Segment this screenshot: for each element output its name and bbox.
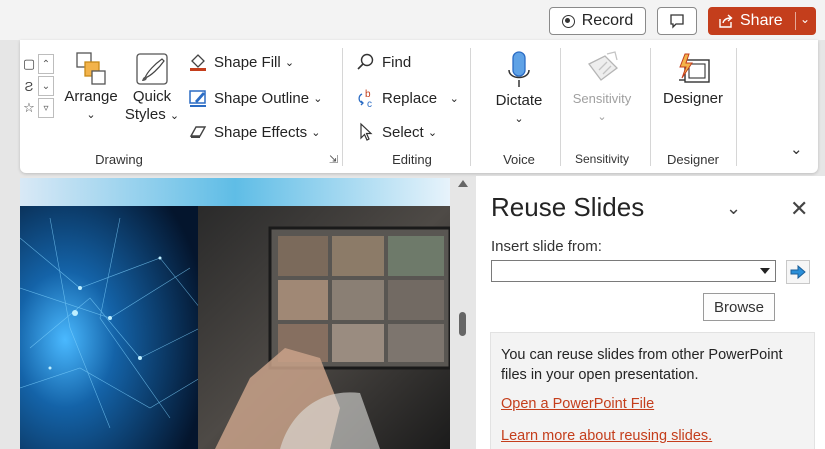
designer-icon: [679, 53, 710, 83]
shape-outline-label: Shape Outline: [214, 89, 310, 107]
dictate-label: Dictate: [495, 92, 543, 109]
close-icon[interactable]: ✕: [790, 196, 808, 222]
sensitivity-label: Sensitivity: [572, 91, 632, 106]
quick-styles-icon: [136, 53, 168, 85]
pen-outline-icon: [189, 90, 206, 107]
chevron-down-icon: ⌄: [169, 110, 180, 122]
ribbon-collapse-icon[interactable]: ⌄: [790, 140, 803, 158]
record-icon: [561, 14, 575, 28]
dictate-button[interactable]: Dictate ⌄: [490, 48, 548, 126]
find-button[interactable]: Find: [356, 52, 411, 72]
comments-button[interactable]: [657, 7, 697, 35]
shape-outline-button[interactable]: Shape Outline ⌄: [188, 88, 322, 108]
comment-icon: [670, 14, 684, 29]
find-label: Find: [382, 53, 412, 71]
dropdown-arrow-icon[interactable]: [760, 268, 770, 274]
gallery-down-icon[interactable]: ⌄: [38, 76, 54, 96]
title-bar: Record Share ⌄: [0, 0, 825, 40]
share-icon: [719, 14, 733, 28]
group-separator: [650, 48, 651, 166]
arrange-button[interactable]: Arrange ⌄: [62, 50, 120, 122]
sensitivity-group-label: Sensitivity: [574, 152, 630, 166]
svg-text:c: c: [367, 99, 372, 108]
shape-fill-label: Shape Fill: [214, 53, 281, 71]
pane-title: Reuse Slides: [491, 192, 645, 222]
go-button[interactable]: [786, 260, 810, 284]
ribbon: ▢ ⌃ Ƨ ⌄ ☆ ▿ Arrange ⌄ Quick Styles ⌄ Sha…: [20, 40, 818, 173]
designer-button[interactable]: Designer: [656, 50, 730, 108]
shape-fill-button[interactable]: Shape Fill ⌄: [188, 52, 294, 72]
paint-bucket-icon: [190, 54, 206, 71]
arrange-label: Arrange: [64, 88, 118, 105]
share-divider: [795, 12, 796, 30]
arrow-right-icon: [790, 264, 806, 280]
learn-more-link[interactable]: Learn more about reusing slides.: [501, 428, 712, 444]
voice-group-label: Voice: [503, 152, 535, 167]
gallery-more-icon[interactable]: ▿: [38, 98, 54, 118]
record-label: Record: [581, 12, 634, 29]
chevron-down-icon: ⌄: [597, 111, 607, 123]
select-button[interactable]: Select ⌄: [356, 122, 437, 142]
search-icon: [357, 53, 374, 70]
slide-thumbnail[interactable]: [20, 178, 450, 449]
replace-button[interactable]: bc Replace ⌄: [356, 88, 459, 108]
replace-label: Replace: [382, 89, 438, 107]
share-label: Share: [740, 12, 783, 29]
record-button[interactable]: Record: [549, 7, 646, 35]
chevron-down-icon: ⌄: [284, 56, 295, 69]
dialog-launcher-icon[interactable]: ⇲: [329, 153, 338, 166]
star-shape-icon[interactable]: ☆: [20, 98, 38, 118]
slide-editor: [20, 178, 450, 449]
editing-group-label: Editing: [392, 152, 432, 167]
shape-effects-button[interactable]: Shape Effects ⌄: [188, 122, 321, 142]
insert-slide-label: Insert slide from:: [491, 238, 602, 255]
info-text: You can reuse slides from other PowerPoi…: [501, 347, 783, 383]
shape-effects-icon: [189, 126, 207, 138]
reuse-slides-pane: Reuse Slides ⌄ ✕ Insert slide from: Brow…: [476, 176, 825, 449]
share-button[interactable]: Share ⌄: [708, 7, 816, 35]
sensitivity-icon: [588, 51, 618, 81]
chevron-down-icon[interactable]: ⌄: [726, 198, 741, 219]
replace-icon: bc: [358, 89, 372, 108]
quick-styles-label-line2: Styles ⌄: [125, 106, 179, 125]
chevron-down-icon: ⌄: [311, 126, 321, 139]
scroll-thumb[interactable]: [459, 312, 466, 336]
microphone-icon: [508, 51, 530, 87]
source-file-select[interactable]: [491, 260, 776, 282]
drawing-group-label: Drawing: [95, 152, 143, 167]
curve-shape-icon[interactable]: Ƨ: [20, 76, 38, 96]
arrange-icon: [76, 52, 106, 85]
cursor-icon: [360, 122, 373, 141]
gallery-up-icon[interactable]: ⌃: [38, 54, 54, 74]
rectangle-shape-icon[interactable]: ▢: [20, 54, 38, 74]
chevron-down-icon: ⌄: [86, 109, 96, 121]
group-separator: [470, 48, 471, 166]
select-label: Select: [382, 123, 424, 141]
designer-label: Designer: [662, 90, 724, 107]
chevron-down-icon[interactable]: ⌄: [800, 12, 810, 26]
chevron-down-icon: ⌄: [313, 92, 323, 105]
quick-styles-label-text: Styles: [124, 106, 166, 123]
group-separator: [560, 48, 561, 166]
info-box: You can reuse slides from other PowerPoi…: [490, 332, 815, 449]
group-separator: [736, 48, 737, 166]
chevron-down-icon: ⌄: [514, 113, 524, 125]
group-separator: [342, 48, 343, 166]
designer-group-label: Designer: [666, 152, 720, 167]
shapes-gallery[interactable]: ▢ ⌃ Ƨ ⌄ ☆ ▿: [20, 54, 54, 120]
open-powerpoint-file-link[interactable]: Open a PowerPoint File: [501, 396, 654, 412]
quick-styles-label-line1: Quick: [132, 88, 172, 105]
shape-effects-label: Shape Effects: [214, 123, 308, 141]
quick-styles-button[interactable]: Quick Styles ⌄: [122, 50, 182, 125]
chevron-down-icon: ⌄: [427, 126, 438, 139]
sensitivity-button[interactable]: Sensitivity ⌄: [562, 50, 642, 124]
vertical-scrollbar[interactable]: [452, 178, 474, 449]
browse-button[interactable]: Browse: [703, 293, 775, 321]
scroll-up-icon[interactable]: [458, 180, 468, 187]
chevron-down-icon[interactable]: ⌄: [450, 92, 459, 105]
